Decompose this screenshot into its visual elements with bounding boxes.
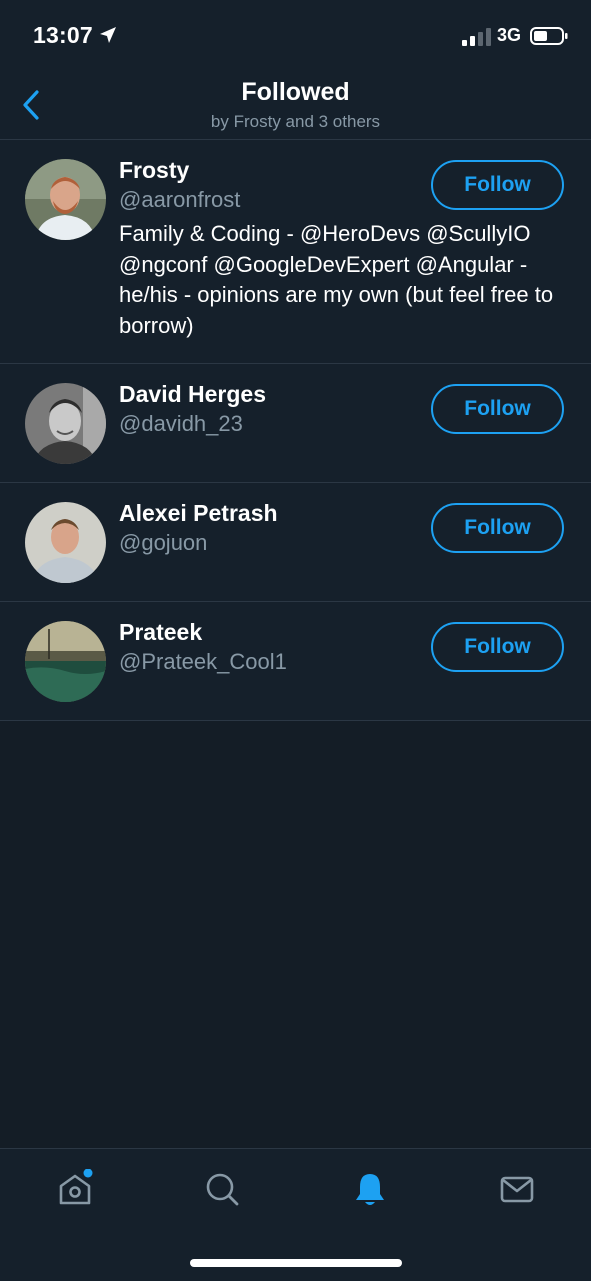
user-bio: Family & Coding - @HeroDevs @ScullyIO @n… bbox=[119, 221, 554, 338]
page-subtitle: by Frosty and 3 others bbox=[210, 112, 381, 131]
avatar[interactable] bbox=[25, 621, 106, 702]
battery-icon bbox=[530, 27, 568, 45]
avatar[interactable] bbox=[25, 159, 106, 240]
avatar[interactable] bbox=[25, 502, 106, 583]
status-bar: 13:07 3G bbox=[0, 0, 591, 72]
user-name: Frosty bbox=[119, 157, 190, 183]
home-indicator[interactable] bbox=[190, 1259, 402, 1267]
follow-button[interactable]: Follow bbox=[431, 622, 564, 672]
followed-user-list: Frosty @aaronfrost Family & Coding - @He… bbox=[0, 140, 591, 721]
follow-button[interactable]: Follow bbox=[431, 503, 564, 553]
follow-button[interactable]: Follow bbox=[431, 384, 564, 434]
avatar[interactable] bbox=[25, 383, 106, 464]
user-handle: @Prateek_Cool1 bbox=[119, 649, 287, 674]
user-row[interactable]: David Herges @davidh_23 Follow bbox=[0, 364, 591, 483]
location-arrow-icon bbox=[100, 27, 116, 43]
page-title: Followed bbox=[241, 78, 350, 106]
user-handle: @aaronfrost bbox=[119, 187, 241, 212]
bell-icon[interactable] bbox=[350, 1169, 390, 1209]
user-name: Prateek bbox=[119, 619, 203, 645]
cellular-signal-icon bbox=[462, 28, 491, 46]
home-icon[interactable] bbox=[55, 1169, 95, 1209]
notification-dot bbox=[83, 1169, 93, 1178]
status-time: 13:07 bbox=[33, 22, 93, 48]
user-name: David Herges bbox=[119, 381, 267, 407]
search-icon[interactable] bbox=[202, 1169, 242, 1209]
follow-button[interactable]: Follow bbox=[431, 160, 564, 210]
user-row[interactable]: Prateek @Prateek_Cool1 Follow bbox=[0, 602, 591, 721]
user-handle: @gojuon bbox=[119, 530, 208, 555]
network-type: 3G bbox=[497, 25, 522, 45]
user-row[interactable]: Alexei Petrash @gojuon Follow bbox=[0, 483, 591, 602]
mail-icon[interactable] bbox=[497, 1169, 537, 1209]
user-handle: @davidh_23 bbox=[119, 411, 243, 436]
header: Followed by Frosty and 3 others bbox=[0, 72, 591, 140]
user-name: Alexei Petrash bbox=[119, 500, 278, 526]
user-row[interactable]: Frosty @aaronfrost Family & Coding - @He… bbox=[0, 140, 591, 364]
